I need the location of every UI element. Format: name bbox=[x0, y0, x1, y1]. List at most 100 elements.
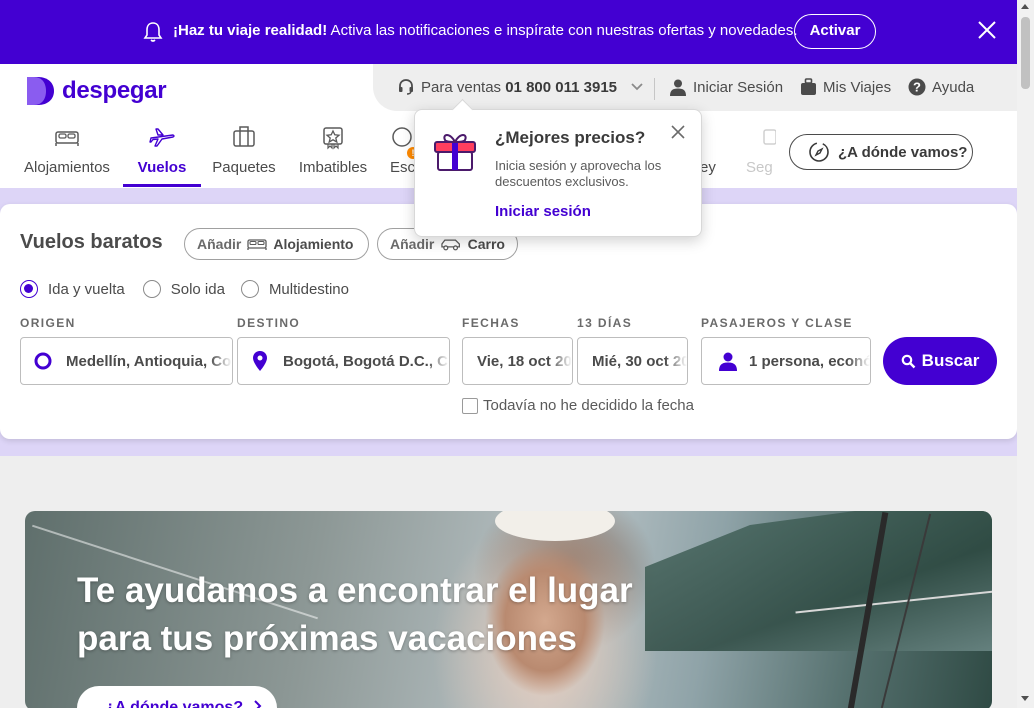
brand-logo[interactable]: despegar bbox=[24, 74, 167, 108]
divider bbox=[654, 78, 655, 100]
radio-round-trip[interactable] bbox=[20, 280, 38, 298]
trip-type-label: Ida y vuelta bbox=[48, 280, 125, 298]
user-icon bbox=[719, 352, 737, 371]
help-label: Ayuda bbox=[932, 78, 975, 96]
gift-icon bbox=[434, 134, 476, 171]
compass-icon bbox=[809, 142, 829, 162]
scroll-down-arrow-icon[interactable] bbox=[1021, 696, 1029, 701]
sales-phone-number: 01 800 011 3915 bbox=[505, 78, 618, 96]
tab-disney[interactable]: ey bbox=[700, 124, 720, 186]
badge-icon bbox=[323, 127, 343, 150]
brand-name: despegar bbox=[62, 77, 167, 104]
lodging-label: Alojamiento bbox=[273, 236, 354, 252]
tab-label: Seg bbox=[746, 159, 773, 176]
location-pin-icon bbox=[253, 351, 267, 371]
luggage-icon bbox=[801, 78, 816, 95]
activate-button[interactable]: Activar bbox=[794, 14, 876, 49]
sales-phone[interactable]: Para ventas 01 800 011 3915 bbox=[397, 78, 649, 96]
fade-overlay bbox=[550, 338, 572, 384]
suitcase-icon bbox=[233, 126, 255, 147]
best-prices-popover: ¿Mejores precios? Inicia sesión y aprove… bbox=[414, 109, 702, 237]
fade-overlay bbox=[665, 338, 687, 384]
login-link[interactable]: Iniciar Sesión bbox=[669, 78, 783, 96]
active-tab-indicator bbox=[123, 184, 201, 187]
plane-icon bbox=[149, 128, 175, 147]
tab-seguros[interactable]: Seg bbox=[744, 124, 776, 186]
help-link[interactable]: ? Ayuda bbox=[908, 78, 974, 96]
logo-mark-icon bbox=[27, 77, 54, 105]
sales-label: Para ventas bbox=[421, 78, 502, 96]
help-icon: ? bbox=[908, 78, 926, 96]
my-trips-link[interactable]: Mis Viajes bbox=[800, 78, 891, 96]
page-scrollbar[interactable] bbox=[1017, 0, 1034, 708]
hero-banner: Te ayudamos a encontrar el lugar para tu… bbox=[25, 511, 992, 708]
hero-background-mountain bbox=[645, 511, 992, 651]
radio-one-way[interactable] bbox=[142, 280, 161, 298]
tab-label: Paquetes bbox=[212, 159, 276, 176]
return-date-field[interactable]: Mié, 30 oct 2024 bbox=[577, 337, 688, 385]
search-icon bbox=[901, 354, 916, 368]
escape-icon bbox=[392, 127, 412, 147]
tab-label: Alojamientos bbox=[24, 159, 110, 176]
add-label: Añadir bbox=[197, 236, 242, 252]
svg-text:?: ? bbox=[913, 80, 921, 95]
tab-label: Vuelos bbox=[137, 159, 187, 176]
passengers-field[interactable]: 1 persona, económica bbox=[701, 337, 871, 385]
fade-overlay bbox=[210, 338, 232, 384]
undecided-date-label: Todavía no he decidido la fecha bbox=[483, 397, 694, 414]
bell-icon bbox=[143, 22, 163, 42]
headset-icon bbox=[399, 79, 413, 95]
tab-paquetes[interactable]: Paquetes bbox=[212, 124, 276, 186]
passengers-label: PASAJEROS Y CLASE bbox=[701, 316, 853, 330]
radio-multidestination[interactable] bbox=[240, 280, 259, 298]
destination-field[interactable]: Bogotá, Bogotá D.C., Colombia bbox=[237, 337, 450, 385]
car-label: Carro bbox=[467, 236, 505, 252]
insurance-icon bbox=[763, 129, 776, 145]
scrollbar-thumb[interactable] bbox=[1021, 17, 1030, 89]
undecided-date-checkbox[interactable] bbox=[462, 397, 478, 414]
my-trips-label: Mis Viajes bbox=[823, 78, 892, 96]
trip-type-group: Ida y vuelta Solo ida Multidestino bbox=[20, 280, 349, 298]
chevron-right-icon bbox=[253, 700, 261, 708]
notification-bar: ¡Haz tu viaje realidad! Activa las notif… bbox=[0, 0, 1017, 64]
tab-vuelos[interactable]: Vuelos bbox=[123, 124, 201, 186]
origin-label: ORIGEN bbox=[20, 316, 76, 330]
close-icon[interactable] bbox=[977, 20, 997, 40]
popover-title: ¿Mejores precios? bbox=[495, 128, 646, 147]
fade-overlay bbox=[427, 338, 449, 384]
destination-label: DESTINO bbox=[237, 316, 301, 330]
notification-message: ¡Haz tu viaje realidad! Activa las notif… bbox=[173, 22, 798, 39]
hero-heading-line: Te ayudamos a encontrar el lugar bbox=[77, 571, 633, 610]
undecided-date-option[interactable]: Todavía no he decidido la fecha bbox=[462, 397, 694, 414]
hero-cta-button[interactable]: ¿A dónde vamos? bbox=[77, 686, 277, 708]
trip-type-label: Multidestino bbox=[268, 280, 349, 298]
hero-heading-line: para tus próximas vacaciones bbox=[77, 619, 577, 658]
user-icon bbox=[670, 79, 686, 96]
bed-icon bbox=[55, 131, 79, 146]
dates-label: FECHAS bbox=[462, 316, 520, 330]
tab-imbatibles[interactable]: Imbatibles bbox=[298, 124, 368, 186]
explore-label: ¿A dónde vamos? bbox=[838, 143, 968, 161]
popover-login-link[interactable]: Iniciar sesión bbox=[495, 203, 591, 220]
add-lodging-chip[interactable]: Añadir Alojamiento bbox=[184, 228, 369, 260]
tab-label: ey bbox=[700, 159, 716, 176]
flight-search-card: Vuelos baratos Añadir Alojamiento Añadir… bbox=[0, 204, 1017, 439]
add-label: Añadir bbox=[390, 236, 435, 252]
hero-heading: Te ayudamos a encontrar el lugar para tu… bbox=[77, 567, 633, 663]
tab-label: Esc bbox=[390, 159, 414, 176]
chevron-down-icon bbox=[631, 83, 643, 91]
scroll-up-arrow-icon[interactable] bbox=[1021, 4, 1029, 9]
bed-icon bbox=[247, 239, 267, 250]
destination-value: Bogotá, Bogotá D.C., Colombia bbox=[283, 352, 449, 370]
tab-alojamientos[interactable]: Alojamientos bbox=[24, 124, 110, 186]
departure-date-field[interactable]: Vie, 18 oct 2024 bbox=[462, 337, 573, 385]
close-icon[interactable] bbox=[671, 125, 685, 139]
origin-circle-icon bbox=[34, 352, 52, 370]
origin-field[interactable]: Medellín, Antioquia, Colombia bbox=[20, 337, 233, 385]
tab-label: Imbatibles bbox=[298, 159, 368, 176]
search-button[interactable]: Buscar bbox=[883, 337, 997, 385]
explore-destinations-button[interactable]: ¿A dónde vamos? bbox=[789, 134, 973, 170]
popover-description: Inicia sesión y aprovecha los descuentos… bbox=[495, 158, 662, 189]
duration-label: 13 DÍAS bbox=[577, 316, 633, 330]
car-icon bbox=[441, 239, 461, 251]
